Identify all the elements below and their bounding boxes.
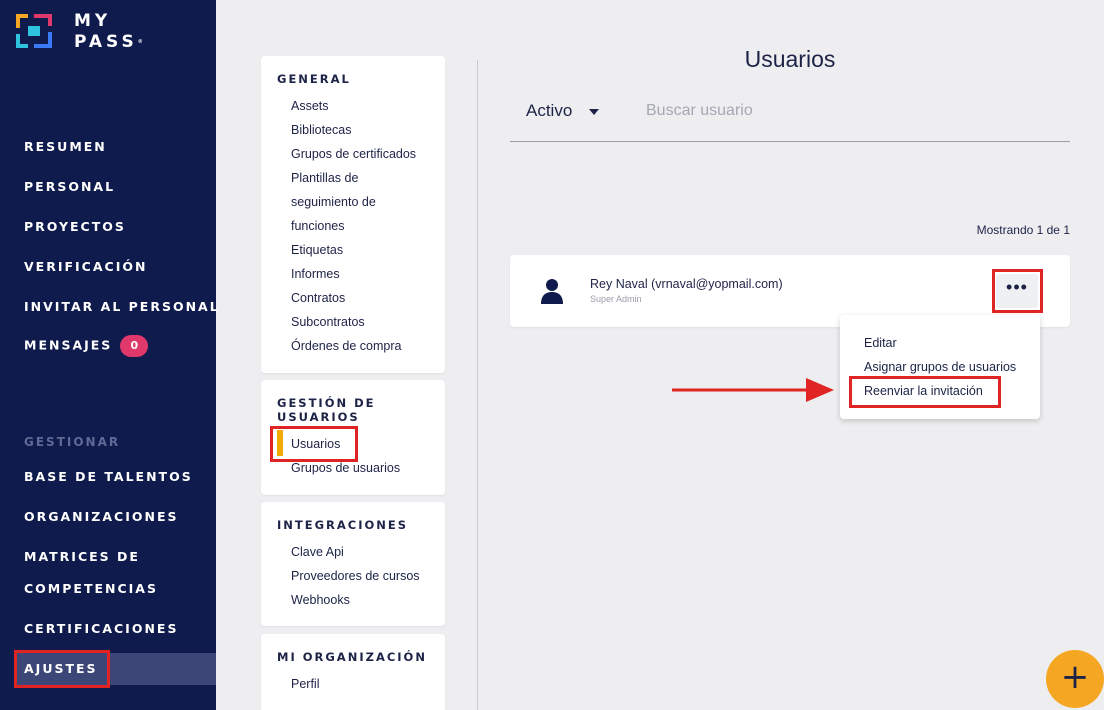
card-mi-organizacion	[261, 634, 445, 710]
mypass-logo[interactable]: MY PASS®	[16, 11, 156, 52]
highlight-box-usuarios	[270, 426, 358, 462]
link-grupos-usuarios[interactable]: Grupos de usuarios	[291, 461, 400, 475]
link-assets[interactable]: Assets	[291, 99, 329, 113]
card-users-title-line2: USUARIOS	[277, 410, 360, 424]
link-webhooks[interactable]: Webhooks	[291, 593, 350, 607]
user-icon	[541, 279, 563, 304]
nav-organizaciones[interactable]: ORGANIZACIONES	[24, 509, 179, 524]
add-button[interactable]: +	[1046, 650, 1104, 708]
link-bibliotecas[interactable]: Bibliotecas	[291, 123, 351, 137]
nav-verificacion[interactable]: VERIFICACIÓN	[24, 259, 147, 274]
link-subcontratos[interactable]: Subcontratos	[291, 315, 365, 329]
results-count: Mostrando 1 de 1	[976, 223, 1070, 237]
card-general-title: GENERAL	[277, 72, 351, 86]
card-org-title: MI ORGANIZACIÓN	[277, 650, 427, 664]
nav-personal[interactable]: PERSONAL	[24, 179, 115, 194]
status-filter[interactable]: Activo	[526, 101, 572, 121]
nav-invitar-personal[interactable]: INVITAR AL PERSONAL	[24, 299, 220, 314]
link-perfil[interactable]: Perfil	[291, 677, 319, 691]
link-plantillas-line1[interactable]: Plantillas de	[291, 171, 358, 185]
card-users-title-line1: GESTIÓN DE	[277, 396, 376, 410]
card-integraciones-title: INTEGRACIONES	[277, 518, 409, 532]
nav-matrices-line1[interactable]: MATRICES DE	[24, 549, 140, 564]
messages-badge: 0	[120, 335, 149, 357]
logo-text: MY PASS®	[74, 11, 143, 52]
link-clave-api[interactable]: Clave Api	[291, 545, 344, 559]
caret-down-icon[interactable]	[589, 109, 599, 115]
nav-base-talentos[interactable]: BASE DE TALENTOS	[24, 469, 193, 484]
highlight-box-more	[992, 269, 1043, 313]
menu-item-editar[interactable]: Editar	[864, 336, 897, 350]
card-users-title: GESTIÓN DE USUARIOS	[277, 396, 376, 424]
sidebar: MY PASS® RESUMEN PERSONAL PROYECTOS VERI…	[0, 0, 218, 710]
mypass-logo-icon	[16, 14, 52, 48]
link-grupos-certificados[interactable]: Grupos de certificados	[291, 147, 416, 161]
search-underline	[510, 141, 1070, 142]
link-plantillas-line2[interactable]: seguimiento de	[291, 195, 376, 209]
link-ordenes-compra[interactable]: Órdenes de compra	[291, 339, 401, 353]
link-proveedores-cursos[interactable]: Proveedores de cursos	[291, 569, 420, 583]
menu-item-asignar-grupos[interactable]: Asignar grupos de usuarios	[864, 360, 1016, 374]
nav-resumen[interactable]: RESUMEN	[24, 139, 107, 154]
highlight-box-ajustes	[14, 650, 110, 688]
link-informes[interactable]: Informes	[291, 267, 340, 281]
column-divider	[477, 60, 478, 710]
nav-certificaciones[interactable]: CERTIFICACIONES	[24, 621, 178, 636]
user-name: Rey Naval (vrnaval@yopmail.com)	[590, 277, 783, 291]
link-etiquetas[interactable]: Etiquetas	[291, 243, 343, 257]
highlight-box-reenviar	[849, 376, 1001, 408]
nav-proyectos[interactable]: PROYECTOS	[24, 219, 126, 234]
user-role: Super Admin	[590, 294, 642, 304]
link-contratos[interactable]: Contratos	[291, 291, 345, 305]
plus-icon: +	[1060, 657, 1090, 697]
nav-mensajes[interactable]: MENSAJES 0	[24, 335, 149, 357]
arrow-icon	[672, 378, 834, 402]
nav-matrices-line2[interactable]: COMPETENCIAS	[24, 581, 158, 596]
section-gestionar: GESTIONAR	[24, 435, 121, 449]
search-input[interactable]	[646, 98, 1066, 124]
nav-mensajes-label: MENSAJES	[24, 337, 113, 353]
page-title: Usuarios	[744, 46, 836, 72]
link-plantillas-line3[interactable]: funciones	[291, 219, 345, 233]
